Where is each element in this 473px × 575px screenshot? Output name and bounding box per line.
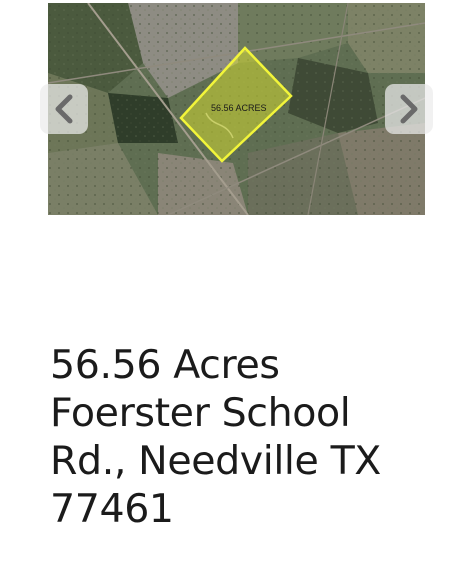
listing-title-line: 77461 <box>50 486 174 532</box>
chevron-left-icon <box>55 94 73 124</box>
listing-title-line: Foerster School <box>50 390 351 436</box>
next-image-button[interactable] <box>385 84 433 134</box>
previous-image-button[interactable] <box>40 84 88 134</box>
property-image-carousel[interactable]: 56.56 ACRES <box>48 3 425 215</box>
aerial-map-image: 56.56 ACRES <box>48 3 425 215</box>
listing-title-line: Rd., Needville TX <box>50 438 381 484</box>
listing-title: 56.56 Acres Foerster School Rd., Needvil… <box>50 341 460 533</box>
listing-title-line: 56.56 Acres <box>50 342 280 388</box>
parcel-acreage-label: 56.56 ACRES <box>211 103 267 113</box>
chevron-right-icon <box>400 94 418 124</box>
